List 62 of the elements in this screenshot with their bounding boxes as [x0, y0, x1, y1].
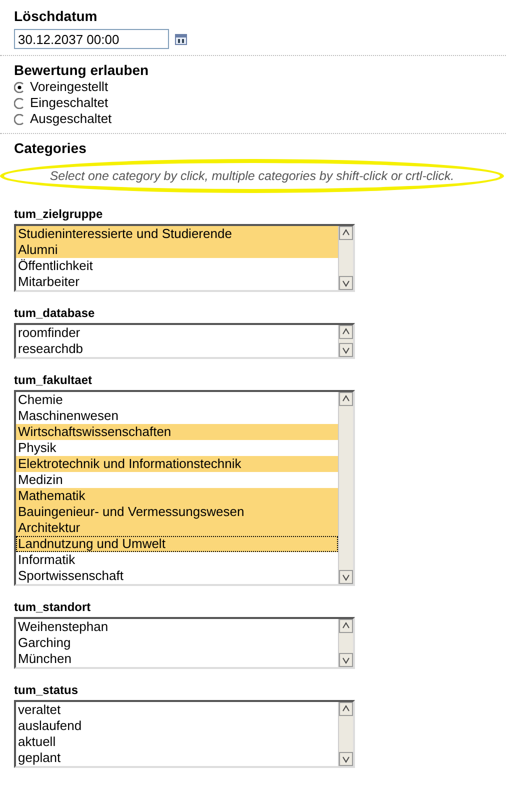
list-option[interactable]: researchdb [16, 341, 338, 357]
scroll-up-icon[interactable] [339, 619, 353, 633]
field-label: Bewertung erlauben [14, 62, 150, 79]
list-option[interactable]: Medizin [16, 472, 338, 488]
scroll-up-icon[interactable] [339, 325, 353, 339]
list-option[interactable]: Physik [16, 440, 338, 456]
scrollbar[interactable] [338, 392, 353, 584]
field-label: Löschdatum [14, 8, 98, 25]
list-option[interactable]: roomfinder [16, 325, 338, 341]
list-option[interactable]: Mathematik [16, 488, 338, 504]
list-option[interactable]: Architektur [16, 520, 338, 536]
list-option[interactable]: München [16, 651, 338, 667]
radio-button[interactable] [14, 114, 25, 124]
list-box[interactable]: Weihenstephan Garching München [14, 617, 355, 669]
scrollbar[interactable] [338, 325, 353, 357]
list-option[interactable]: veraltet [16, 702, 338, 718]
list-option[interactable]: Elektrotechnik und Informationstechnik [16, 456, 338, 472]
list-option[interactable]: Landnutzung und Umwelt [16, 536, 338, 552]
list-option[interactable]: geplant [16, 750, 338, 766]
hint-text: Select one category by click, multiple categories by shift-click or crtl-click. [50, 168, 454, 185]
scrollbar[interactable] [338, 226, 353, 290]
radio-label: Ausgeschaltet [30, 111, 112, 127]
calendar-icon[interactable] [175, 34, 187, 44]
scroll-down-icon[interactable] [339, 752, 353, 766]
scrollbar[interactable] [338, 619, 353, 667]
list-option[interactable]: Sportwissenschaft [16, 568, 338, 584]
list-option[interactable]: aktuell [16, 734, 338, 750]
list-option[interactable]: Öffentlichkeit [16, 258, 338, 274]
list-label: tum_database [14, 306, 96, 320]
scroll-down-icon[interactable] [339, 343, 353, 357]
list-option[interactable]: Informatik [16, 552, 338, 568]
list-option[interactable]: Mitarbeiter [16, 274, 338, 290]
list-label: tum_status [14, 683, 80, 697]
list-box[interactable]: Studieninteressierte und Studierende Alumni Öffentlichkeit Mitarbeiter [14, 224, 355, 292]
scrollbar[interactable] [338, 702, 353, 766]
list-option[interactable]: Studieninteressierte und Studierende [16, 226, 338, 242]
radio-button[interactable] [14, 98, 25, 108]
list-option[interactable]: Wirtschaftswissenschaften [16, 424, 338, 440]
list-box[interactable] [14, 390, 355, 586]
list-label: tum_fakultaet [14, 373, 94, 387]
list-box[interactable]: veraltet auslaufend aktuell geplant [14, 700, 355, 768]
date-field[interactable]: 30.12.2037 00:00 [14, 29, 169, 49]
scroll-up-icon[interactable] [339, 392, 353, 406]
list-option[interactable]: Alumni [16, 242, 338, 258]
list-option[interactable]: Maschinenwesen [16, 408, 338, 424]
section-heading: Categories [14, 140, 88, 157]
list-label: tum_standort [14, 600, 92, 614]
radio-button[interactable] [14, 82, 25, 92]
radio-label: Voreingestellt [30, 79, 108, 95]
list-option[interactable]: Bauingenieur- und Vermessungswesen [16, 504, 338, 520]
radio-label: Eingeschaltet [30, 95, 108, 111]
scroll-up-icon[interactable] [339, 226, 353, 240]
scroll-down-icon[interactable] [339, 276, 353, 290]
list-option[interactable]: Weihenstephan [16, 619, 338, 635]
list-option[interactable]: Garching [16, 635, 338, 651]
list-option[interactable]: Chemie [16, 392, 338, 408]
scroll-down-icon[interactable] [339, 653, 353, 667]
scroll-up-icon[interactable] [339, 702, 353, 716]
scroll-down-icon[interactable] [339, 570, 353, 584]
list-box[interactable]: roomfinder researchdb [14, 323, 355, 359]
list-option[interactable]: auslaufend [16, 718, 338, 734]
list-label: tum_zielgruppe [14, 207, 104, 221]
